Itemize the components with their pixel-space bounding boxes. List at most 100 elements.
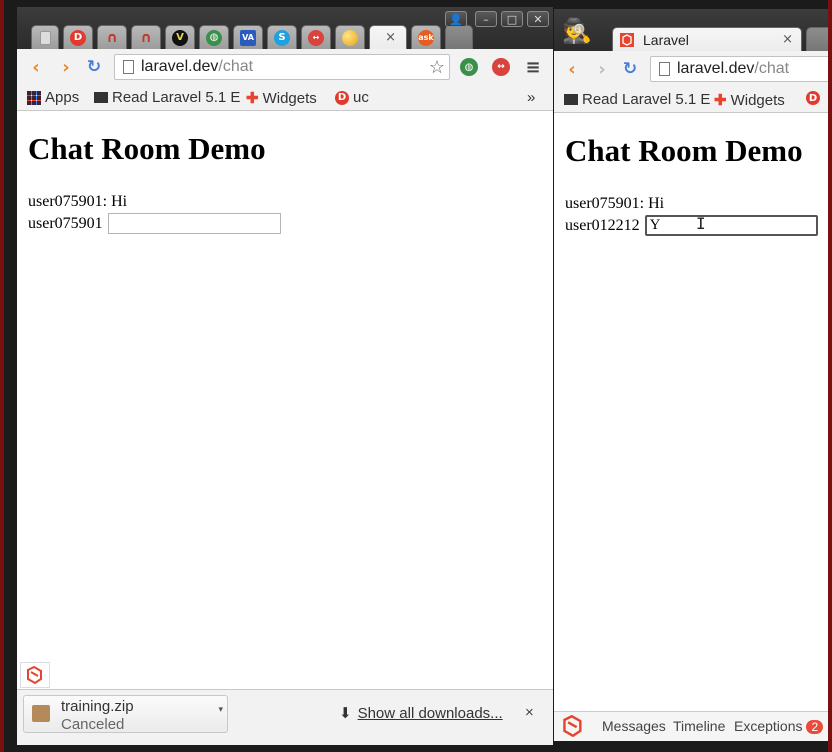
address-path: /chat	[754, 60, 790, 77]
tab-disqus[interactable]: D	[63, 25, 93, 49]
new-tab-button[interactable]	[806, 27, 828, 51]
tab-active[interactable]: ×	[369, 25, 407, 49]
tab-globe[interactable]: ◍	[199, 25, 229, 49]
exceptions-count-badge: 2	[806, 720, 824, 734]
chat-input[interactable]	[644, 215, 818, 236]
address-bar[interactable]: laravel.dev/chat ☆	[114, 54, 450, 80]
minimize-button[interactable]: –	[475, 11, 497, 27]
download-status: Canceled	[61, 716, 125, 733]
download-item[interactable]: training.zip Canceled ▾	[23, 695, 228, 733]
globe-icon: ◍	[206, 29, 222, 46]
bookmark-read-laravel[interactable]: Read Laravel 5.1 E	[564, 91, 712, 108]
download-arrow-icon: ⬇	[339, 705, 352, 722]
chevron-down-icon[interactable]: ▾	[218, 704, 223, 715]
tab-title: Laravel	[643, 31, 689, 48]
puzzle-icon: ✚	[246, 90, 259, 107]
maximize-button[interactable]: □	[501, 11, 523, 27]
show-all-downloads[interactable]: ⬇ Show all downloads...	[339, 704, 503, 723]
chat-message: user075901: Hi	[565, 195, 665, 212]
redis-icon: ∩	[106, 29, 118, 46]
debugbar-tab-timeline[interactable]: Timeline	[673, 718, 725, 734]
bookmarks-bar: Apps Read Laravel 5.1 E ✚ Widgets D uc »	[17, 85, 553, 111]
show-all-downloads-link[interactable]: Show all downloads...	[358, 705, 503, 722]
bookmark-uc[interactable]: D uc	[335, 89, 369, 106]
desktop-frame-right	[828, 0, 832, 752]
close-window-button[interactable]: ✕	[527, 11, 549, 27]
puzzle-icon: ✚	[714, 92, 727, 109]
tab-redis-1[interactable]: ∩	[97, 25, 127, 49]
tab-yellow[interactable]	[335, 25, 365, 49]
chat-input[interactable]	[107, 213, 281, 234]
tab-close-button[interactable]: ×	[782, 32, 793, 47]
menu-icon[interactable]: ≡	[523, 57, 543, 78]
tab-ask[interactable]: ask	[411, 25, 441, 49]
downloads-bar: training.zip Canceled ▾ ⬇ Show all downl…	[17, 689, 553, 745]
star-icon[interactable]: ☆	[429, 55, 445, 79]
tab-skype[interactable]: S	[267, 25, 297, 49]
browser-toolbar: ‹ › ↻ laravel.dev/chat	[554, 51, 828, 87]
bookmark-apps[interactable]: Apps	[27, 89, 79, 106]
book-icon	[564, 94, 578, 105]
lastpass-icon: ↔	[308, 29, 324, 46]
address-host: laravel.dev	[677, 60, 755, 77]
blank-page-icon	[39, 30, 51, 45]
reload-button[interactable]: ↻	[84, 57, 104, 77]
lastpass-extension-icon[interactable]: ↔	[491, 57, 511, 77]
back-button[interactable]: ‹	[562, 59, 582, 80]
page-title: Chat Room Demo	[565, 133, 803, 168]
download-file-name: training.zip	[61, 698, 134, 715]
new-tab-button[interactable]	[445, 25, 473, 49]
disqus-icon: D	[335, 90, 349, 105]
address-bar[interactable]: laravel.dev/chat	[650, 56, 828, 82]
profile-icon[interactable]: 👤	[445, 11, 467, 27]
laravel-icon	[620, 32, 634, 47]
archive-file-icon	[32, 705, 50, 722]
laravel-debugbar-toggle[interactable]	[562, 714, 584, 740]
tab-laravel[interactable]: Laravel ×	[612, 27, 802, 51]
tab-vagrant[interactable]: VA	[233, 25, 263, 49]
desktop-frame-left	[0, 0, 4, 752]
page-title: Chat Room Demo	[28, 131, 266, 166]
yellow-ball-icon	[342, 29, 358, 46]
tab-close-button[interactable]: ×	[385, 30, 396, 45]
debugbar-tab-messages[interactable]: Messages	[602, 718, 666, 734]
chat-entry: user012212	[565, 215, 818, 236]
tab-vim[interactable]: V	[165, 25, 195, 49]
tab-strip: D ∩ ∩ V ◍ VA S ↔ × ask �	[17, 7, 553, 49]
bookmarks-bar: Read Laravel 5.1 E ✚ Widgets D	[554, 87, 828, 113]
skype-icon: S	[274, 29, 290, 46]
reload-button[interactable]: ↻	[620, 59, 640, 79]
bookmarks-overflow[interactable]: »	[527, 89, 535, 106]
chat-entry: user075901	[28, 213, 281, 234]
disqus-icon: D	[806, 91, 820, 105]
apps-grid-icon	[27, 90, 41, 105]
vim-icon: V	[172, 29, 188, 46]
debugbar-tab-exceptions[interactable]: Exceptions 2	[734, 718, 824, 734]
forward-button[interactable]: ›	[56, 57, 76, 78]
browser-toolbar: ‹ › ↻ laravel.dev/chat ☆ ◍ ↔ ≡	[17, 49, 553, 85]
laravel-debugbar-toggle[interactable]	[20, 662, 50, 688]
back-button[interactable]: ‹	[26, 57, 46, 78]
globe-extension-icon[interactable]: ◍	[459, 57, 479, 77]
close-downloads-button[interactable]: ×	[525, 704, 534, 721]
text-cursor-icon: I	[696, 214, 706, 233]
chat-message: user075901: Hi	[28, 193, 128, 210]
current-user-label: user075901	[28, 214, 103, 232]
book-icon	[94, 92, 108, 103]
incognito-icon: 🕵	[562, 17, 592, 45]
tab-lastpass[interactable]: ↔	[301, 25, 331, 49]
browser-window-left: D ∩ ∩ V ◍ VA S ↔ × ask �	[17, 7, 553, 745]
bookmark-widgets[interactable]: ✚ Widgets	[246, 89, 317, 108]
bookmark-uc[interactable]: D	[806, 91, 820, 105]
vagrant-icon: VA	[240, 29, 256, 46]
tab-blank[interactable]	[31, 25, 59, 49]
bookmark-read-laravel[interactable]: Read Laravel 5.1 E	[94, 89, 264, 106]
address-host: laravel.dev	[141, 58, 219, 75]
forward-button[interactable]: ›	[592, 59, 612, 80]
page-icon	[123, 60, 134, 74]
redis-icon: ∩	[140, 29, 152, 46]
page-icon	[659, 62, 670, 76]
bookmark-widgets[interactable]: ✚ Widgets	[714, 91, 785, 110]
current-user-label: user012212	[565, 216, 640, 234]
tab-redis-2[interactable]: ∩	[131, 25, 161, 49]
